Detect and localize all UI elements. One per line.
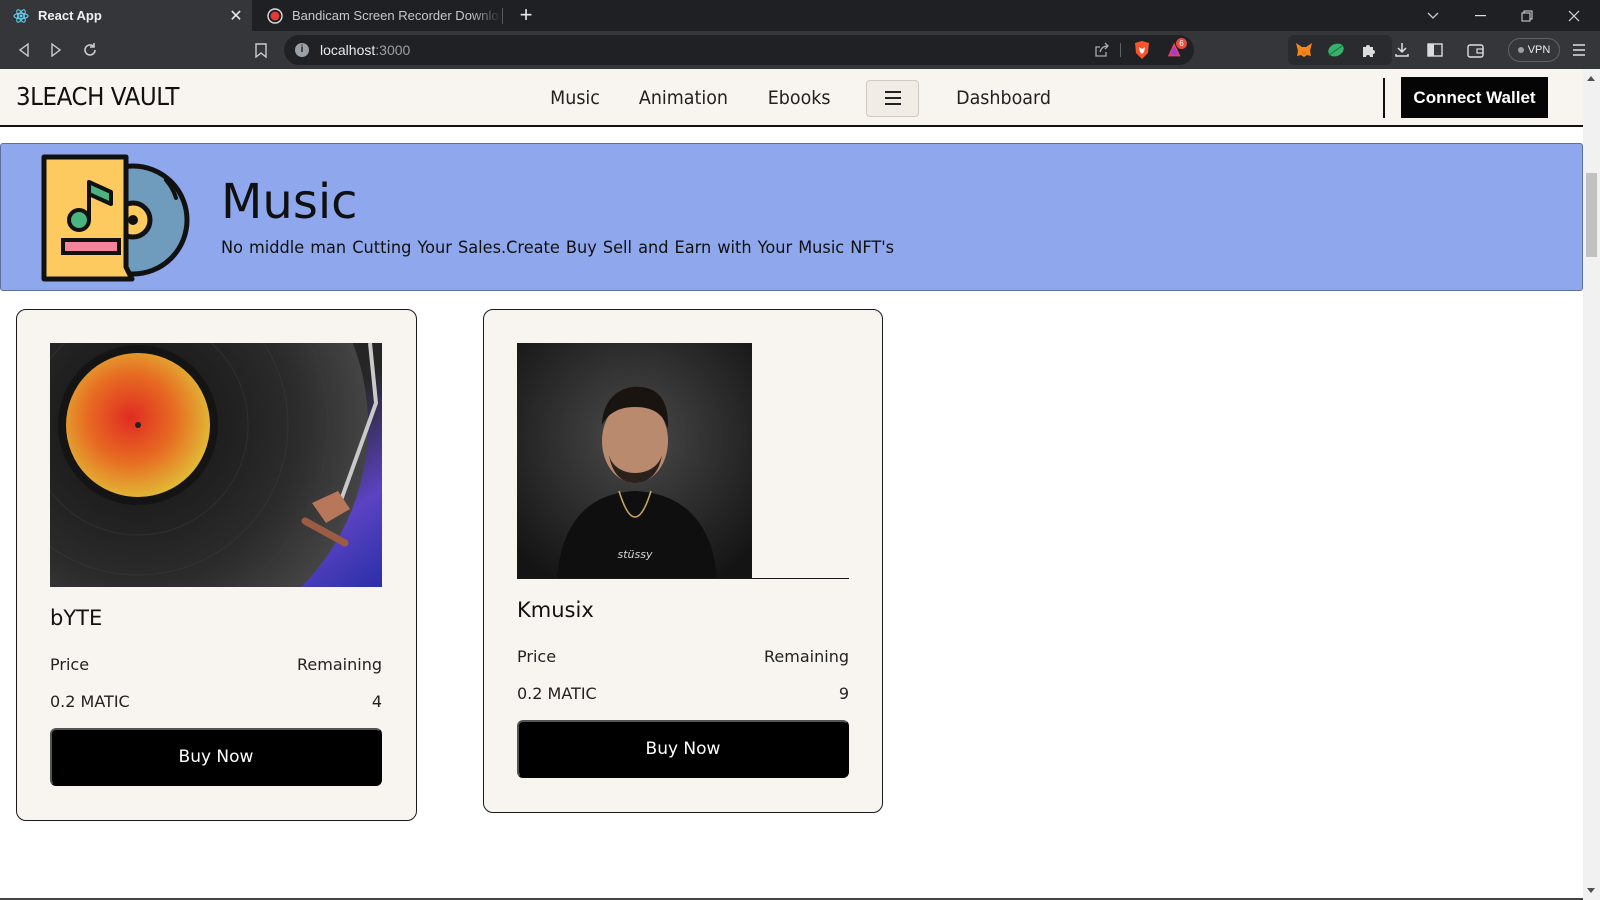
address-bar[interactable]: i localhost:3000 6: [284, 35, 1194, 65]
new-tab-icon[interactable]: +: [515, 4, 537, 26]
reload-icon[interactable]: [80, 40, 100, 60]
vinyl-turntable-image: [50, 343, 382, 587]
tab-divider: [502, 8, 503, 24]
hamburger-line: [884, 91, 901, 93]
restore-icon[interactable]: [1504, 0, 1550, 31]
label-row: Price Remaining: [50, 655, 382, 674]
site-navbar: 3LEACH VAULT Music Animation Ebooks Dash…: [0, 69, 1583, 127]
nft-title: bYTE: [50, 606, 103, 630]
vpn-status-dot: [1517, 47, 1524, 53]
close-tab-icon[interactable]: ✕: [226, 6, 246, 26]
url-text: localhost:3000: [320, 42, 411, 58]
tab-title: Bandicam Screen Recorder Download: [292, 8, 502, 23]
brave-shields-icon[interactable]: [1132, 40, 1152, 60]
nft-card: bYTE Price Remaining 0.2 MATIC 4 Buy Now: [16, 309, 417, 821]
remaining-value: 9: [838, 684, 849, 703]
scroll-down-arrow-icon[interactable]: [1587, 888, 1595, 893]
site-info-icon[interactable]: i: [295, 43, 309, 57]
close-window-icon[interactable]: [1551, 0, 1597, 31]
nav-link-animation[interactable]: Animation: [639, 87, 728, 109]
forward-icon[interactable]: [46, 40, 66, 60]
vpn-label: VPN: [1527, 44, 1551, 56]
rewards-badge: 6: [1176, 38, 1187, 49]
shirt-text: stüssy: [618, 548, 653, 561]
nft-title: Kmusix: [517, 598, 594, 622]
nav-link-dashboard[interactable]: Dashboard: [956, 87, 1051, 109]
price-label: Price: [50, 655, 90, 674]
downloads-icon[interactable]: [1392, 40, 1412, 60]
remaining-value: 4: [371, 692, 382, 711]
banner-subtitle: No middle man Cutting Your Sales.Create …: [221, 238, 895, 258]
tab-title: React App: [38, 8, 102, 23]
brand-logo[interactable]: 3LEACH VAULT: [16, 82, 179, 111]
price-value: 0.2 MATIC: [517, 684, 597, 703]
page-viewport: 3LEACH VAULT Music Animation Ebooks Dash…: [0, 69, 1583, 900]
wallet-icon[interactable]: [1466, 40, 1486, 60]
label-row: Price Remaining: [517, 647, 849, 666]
tab-search-chevron-icon[interactable]: [1410, 0, 1456, 31]
scroll-up-arrow-icon[interactable]: [1587, 76, 1595, 81]
omnibox-divider: [1120, 43, 1121, 57]
metamask-icon[interactable]: [1294, 40, 1314, 60]
nav-links: Music Animation Ebooks Dashboard: [548, 79, 1088, 117]
remaining-label: Remaining: [297, 655, 382, 674]
hamburger-line: [884, 103, 901, 105]
remaining-label: Remaining: [764, 647, 849, 666]
page-scrollbar[interactable]: [1583, 69, 1600, 900]
nav-link-ebooks[interactable]: Ebooks: [768, 87, 831, 109]
tab-react-app[interactable]: React App ✕: [0, 0, 252, 31]
tab-strip: React App ✕ Bandicam Screen Recorder Dow…: [0, 0, 1600, 31]
minimize-icon[interactable]: [1457, 0, 1503, 31]
share-icon[interactable]: [1092, 40, 1112, 60]
bookmark-icon[interactable]: [251, 40, 271, 60]
nav-link-music[interactable]: Music: [550, 87, 600, 109]
value-row: 0.2 MATIC 4: [50, 692, 382, 711]
react-icon: [13, 8, 29, 24]
price-label: Price: [517, 647, 557, 666]
brave-rewards-icon[interactable]: 6: [1166, 38, 1187, 60]
music-file-icon: [41, 154, 193, 282]
vpn-button[interactable]: VPN: [1508, 38, 1560, 62]
buy-now-button[interactable]: Buy Now: [50, 728, 382, 786]
menu-icon[interactable]: [1569, 40, 1589, 60]
hamburger-line: [884, 97, 901, 99]
browser-toolbar: i localhost:3000 6 VPN: [0, 31, 1600, 69]
category-banner: Music No middle man Cutting Your Sales.C…: [0, 143, 1583, 291]
sidebar-icon[interactable]: [1425, 40, 1445, 60]
banner-title: Music: [221, 174, 358, 230]
extensions-puzzle-icon[interactable]: [1359, 40, 1379, 60]
tab-bandicam[interactable]: Bandicam Screen Recorder Download: [254, 0, 502, 31]
artist-portrait-image: stüssy: [517, 343, 849, 579]
buy-now-button[interactable]: Buy Now: [517, 720, 849, 778]
price-value: 0.2 MATIC: [50, 692, 130, 711]
nft-card: stüssy Kmusix Price Remaining 0.2 MATIC …: [483, 309, 883, 813]
value-row: 0.2 MATIC 9: [517, 684, 849, 703]
leaf-extension-icon[interactable]: [1326, 40, 1346, 60]
scrollbar-thumb[interactable]: [1586, 173, 1597, 257]
connect-wallet-button[interactable]: Connect Wallet: [1401, 77, 1548, 118]
back-icon[interactable]: [14, 40, 34, 60]
hamburger-menu-button[interactable]: [866, 79, 920, 117]
navbar-divider: [1383, 78, 1385, 118]
bandicam-icon: [267, 7, 283, 24]
